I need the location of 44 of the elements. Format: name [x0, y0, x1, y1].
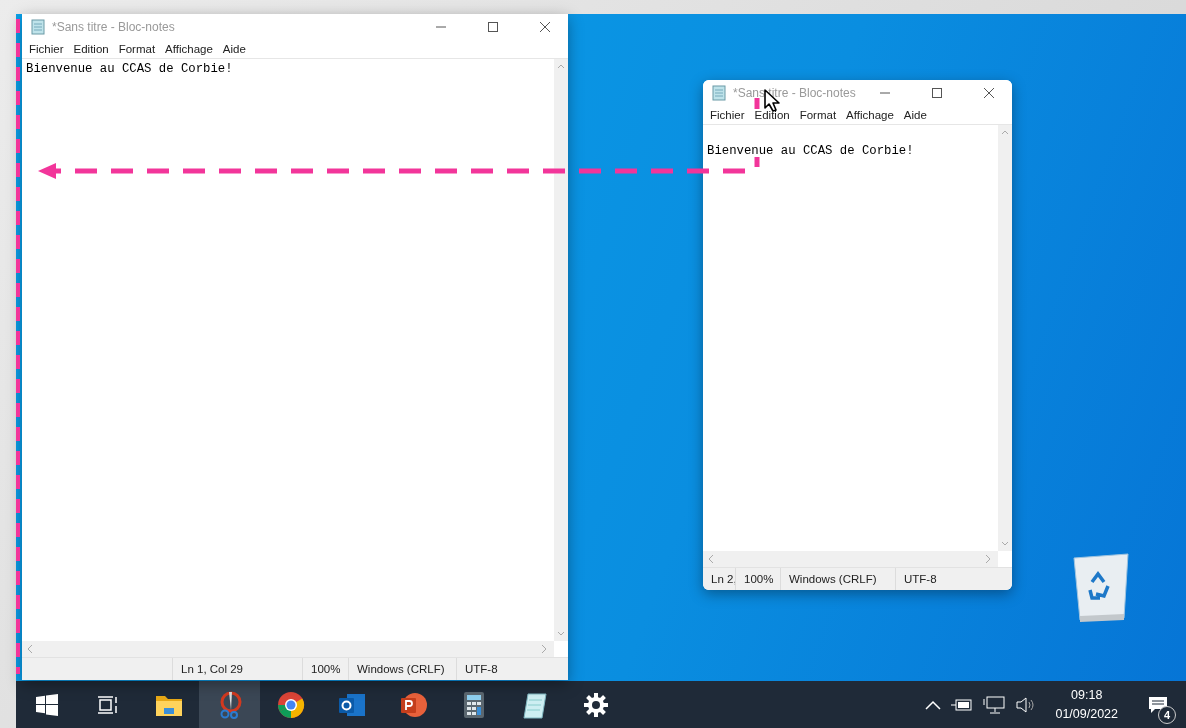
maximize-icon[interactable] [488, 22, 498, 32]
menu-item[interactable]: Format [794, 109, 842, 121]
status-text: 100% [735, 568, 780, 590]
battery-icon[interactable] [951, 697, 974, 712]
dashed-line [754, 98, 760, 109]
status-text: UTF-8 [895, 568, 1012, 590]
menu-item[interactable]: Aide [217, 43, 251, 55]
outlook-icon [337, 691, 366, 718]
chevron-up-icon[interactable] [925, 699, 942, 710]
status-text: Windows (CRLF) [348, 658, 456, 680]
menu-item[interactable]: Affichage [841, 109, 899, 121]
menu-item[interactable]: Fichier [24, 43, 69, 55]
status-text: Ln 1, Col 29 [172, 658, 302, 680]
windows-logo-icon [35, 693, 58, 716]
notepad-icon [30, 19, 46, 35]
menu-item[interactable]: Format [113, 43, 161, 55]
close-icon[interactable] [984, 88, 994, 98]
settings-icon [583, 692, 608, 717]
menu-item[interactable]: Edition [68, 43, 114, 55]
menu-item[interactable]: Edition [749, 109, 795, 121]
clock-date: 01/09/2022 [1055, 705, 1118, 723]
text-content[interactable]: Bienvenue au CCAS de Corbie! [703, 125, 998, 551]
powerpoint-icon [398, 690, 427, 719]
maximize-icon[interactable] [932, 88, 942, 98]
clock-time: 09:18 [1071, 686, 1103, 704]
text-content[interactable]: Bienvenue au CCAS de Corbie! [22, 59, 554, 641]
notepad-icon [711, 85, 727, 101]
dashed-line [754, 157, 760, 167]
chrome-icon [276, 690, 305, 719]
task-view-icon [96, 694, 119, 715]
status-text: Windows (CRLF) [780, 568, 895, 590]
menu-item[interactable]: Affichage [160, 43, 218, 55]
window-title: *Sans titre - Bloc-notes [52, 20, 176, 34]
status-text: 100% [302, 658, 348, 680]
close-icon[interactable] [540, 22, 550, 32]
notepad-icon [521, 690, 548, 719]
network-icon[interactable] [983, 695, 1006, 714]
clock[interactable]: 09:18 01/09/2022 [1045, 685, 1128, 724]
menu-item[interactable]: Aide [898, 109, 932, 121]
notification-count: 4 [1158, 706, 1176, 724]
menu-item[interactable]: Fichier [705, 109, 750, 121]
calculator-icon [462, 690, 485, 719]
speaker-icon[interactable] [1015, 695, 1036, 714]
status-text: UTF-8 [456, 658, 568, 680]
